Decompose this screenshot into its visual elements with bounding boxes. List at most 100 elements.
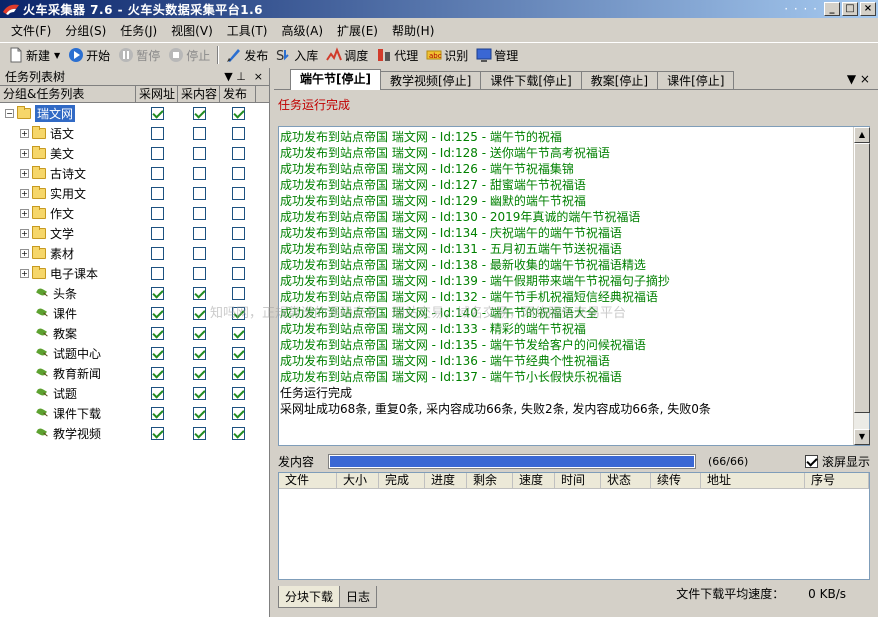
collect-url-checkbox[interactable]	[150, 426, 164, 440]
tree-row[interactable]: + 实用文	[0, 183, 269, 203]
debug-button[interactable]: 调度	[322, 44, 372, 66]
expand-icon[interactable]: +	[20, 188, 29, 198]
collect-url-checkbox[interactable]	[150, 186, 164, 200]
scroll-thumb[interactable]	[854, 143, 870, 413]
tab-courseware-download[interactable]: 课件下载[停止]	[480, 71, 582, 89]
collect-url-checkbox[interactable]	[150, 246, 164, 260]
expand-icon[interactable]: +	[20, 148, 29, 158]
collect-content-checkbox[interactable]	[192, 226, 206, 240]
tree-row[interactable]: + 语文	[0, 123, 269, 143]
tree-row[interactable]: 教育新闻	[0, 363, 269, 383]
collect-url-checkbox[interactable]	[150, 126, 164, 140]
publish-checkbox[interactable]	[231, 206, 245, 220]
log-output[interactable]: 成功发布到站点帝国 瑞文网 - Id:125 - 端午节的祝福 成功发布到站点帝国…	[278, 126, 870, 446]
scroll-display-checkbox[interactable]	[804, 454, 818, 468]
recognize-button[interactable]: abc 识别	[422, 44, 472, 66]
menu-advanced[interactable]: 高级(A)	[274, 22, 330, 39]
tree-row[interactable]: 教案	[0, 323, 269, 343]
menu-group[interactable]: 分组(S)	[58, 22, 113, 39]
maximize-button[interactable]: □	[842, 2, 858, 16]
tree-row[interactable]: + 古诗文	[0, 163, 269, 183]
tree-row[interactable]: + 美文	[0, 143, 269, 163]
col-done[interactable]: 完成	[379, 473, 425, 488]
col-progress[interactable]: 进度	[425, 473, 467, 488]
publish-checkbox[interactable]	[231, 106, 245, 120]
collect-url-checkbox[interactable]	[150, 306, 164, 320]
collect-content-checkbox[interactable]	[192, 246, 206, 260]
collect-url-checkbox[interactable]	[150, 386, 164, 400]
collapse-icon[interactable]: −	[5, 108, 14, 118]
col-time[interactable]: 时间	[555, 473, 601, 488]
collect-content-checkbox[interactable]	[192, 426, 206, 440]
scroll-up-icon[interactable]: ▲	[854, 127, 870, 143]
tree-row[interactable]: + 作文	[0, 203, 269, 223]
collect-content-checkbox[interactable]	[192, 106, 206, 120]
collect-content-checkbox[interactable]	[192, 406, 206, 420]
collect-content-checkbox[interactable]	[192, 306, 206, 320]
tab-dragon-boat[interactable]: 端午节[停止]	[290, 69, 381, 90]
new-button[interactable]: 新建	[4, 44, 54, 66]
collect-content-checkbox[interactable]	[192, 166, 206, 180]
publish-checkbox[interactable]	[231, 426, 245, 440]
collect-content-checkbox[interactable]	[192, 206, 206, 220]
publish-checkbox[interactable]	[231, 146, 245, 160]
publish-checkbox[interactable]	[231, 406, 245, 420]
collect-url-checkbox[interactable]	[150, 166, 164, 180]
publish-checkbox[interactable]	[231, 126, 245, 140]
col-index[interactable]: 序号	[805, 473, 869, 488]
publish-checkbox[interactable]	[231, 226, 245, 240]
collect-content-checkbox[interactable]	[192, 146, 206, 160]
collect-url-checkbox[interactable]	[150, 366, 164, 380]
collect-url-checkbox[interactable]	[150, 106, 164, 120]
scroll-down-icon[interactable]: ▼	[854, 429, 870, 445]
publish-checkbox[interactable]	[231, 366, 245, 380]
tree-row[interactable]: + 文学	[0, 223, 269, 243]
col-status[interactable]: 状态	[601, 473, 651, 488]
collect-content-checkbox[interactable]	[192, 126, 206, 140]
scroll-display-toggle[interactable]: 滚屏显示	[804, 453, 870, 470]
collect-url-checkbox[interactable]	[150, 146, 164, 160]
col-file[interactable]: 文件	[279, 473, 337, 488]
proxy-button[interactable]: 代理	[372, 44, 422, 66]
log-scrollbar[interactable]: ▲ ▼	[853, 127, 870, 445]
menu-file[interactable]: 文件(F)	[4, 22, 58, 39]
start-button[interactable]: 开始	[64, 44, 114, 66]
pause-button[interactable]: 暂停	[114, 44, 164, 66]
tab-log[interactable]: 日志	[339, 586, 378, 608]
expand-icon[interactable]: +	[20, 128, 29, 138]
expand-icon[interactable]: +	[20, 228, 29, 238]
collect-content-checkbox[interactable]	[192, 286, 206, 300]
minimize-button[interactable]: _	[824, 2, 840, 16]
collect-url-checkbox[interactable]	[150, 346, 164, 360]
new-dropdown-icon[interactable]: ▼	[54, 51, 60, 60]
publish-checkbox[interactable]	[231, 246, 245, 260]
expand-icon[interactable]: +	[20, 268, 29, 278]
tab-courseware[interactable]: 课件[停止]	[657, 71, 735, 89]
col-remaining[interactable]: 剩余	[467, 473, 513, 488]
close-button[interactable]: ×	[860, 2, 876, 16]
expand-icon[interactable]: +	[20, 208, 29, 218]
collect-url-checkbox[interactable]	[150, 266, 164, 280]
menu-view[interactable]: 视图(V)	[164, 22, 220, 39]
tab-lesson-plan[interactable]: 教案[停止]	[580, 71, 659, 89]
col-collect-url[interactable]: 采网址	[136, 86, 178, 102]
tree-row[interactable]: + 素材	[0, 243, 269, 263]
panel-pin-icon[interactable]: ▼ ⊥	[224, 70, 246, 83]
tab-controls[interactable]: ▼ ×	[847, 72, 870, 86]
menu-help[interactable]: 帮助(H)	[385, 22, 441, 39]
manage-button[interactable]: 管理	[472, 44, 522, 66]
collect-content-checkbox[interactable]	[192, 266, 206, 280]
collect-url-checkbox[interactable]	[150, 286, 164, 300]
collect-content-checkbox[interactable]	[192, 186, 206, 200]
publish-checkbox[interactable]	[231, 166, 245, 180]
tree-row[interactable]: − 瑞文网	[0, 103, 269, 123]
collect-url-checkbox[interactable]	[150, 226, 164, 240]
expand-icon[interactable]: +	[20, 168, 29, 178]
expand-icon[interactable]: +	[20, 248, 29, 258]
col-task-list[interactable]: 分组&任务列表	[0, 86, 136, 102]
collect-content-checkbox[interactable]	[192, 346, 206, 360]
download-grid[interactable]: 文件 大小 完成 进度 剩余 速度 时间 状态 续传 地址 序号	[278, 472, 870, 580]
tab-chunk-download[interactable]: 分块下载	[278, 586, 341, 608]
collect-url-checkbox[interactable]	[150, 326, 164, 340]
tree-row[interactable]: 试题中心	[0, 343, 269, 363]
